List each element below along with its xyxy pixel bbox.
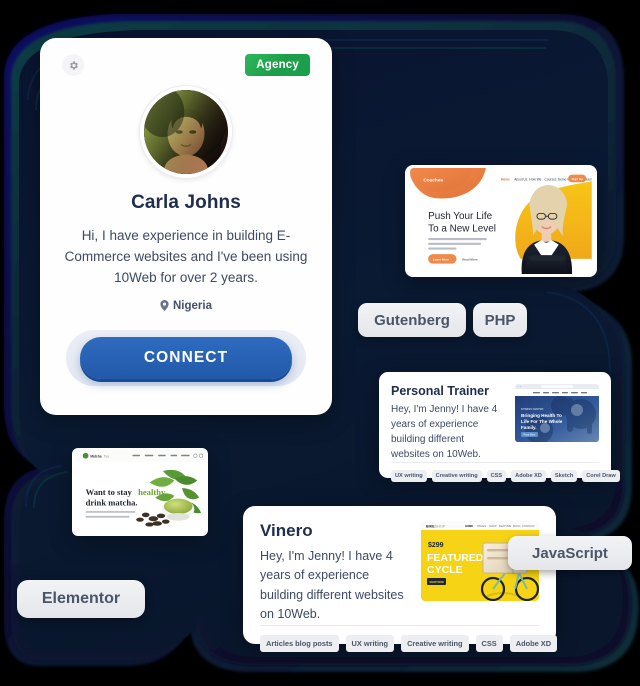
site-preview-coaching-image: Coaches Home About Us How We Courses Dem… bbox=[408, 168, 594, 274]
portfolio-tag[interactable]: Corel Draw bbox=[582, 470, 620, 482]
svg-text:SHOP: SHOP bbox=[435, 524, 446, 528]
profile-card-header: Agency bbox=[62, 54, 310, 80]
svg-text:PAGES: PAGES bbox=[477, 524, 486, 528]
site-preview-matcha[interactable]: Matcha Tea Want to stay healthy drink ma… bbox=[72, 448, 208, 536]
portfolio-tag[interactable]: Adobe XD bbox=[509, 634, 558, 652]
svg-text:Home: Home bbox=[501, 177, 510, 181]
svg-text:Family.: Family. bbox=[521, 425, 537, 430]
svg-text:How We: How We bbox=[529, 177, 541, 181]
svg-text:About Us: About Us bbox=[514, 177, 528, 181]
portfolio-tag[interactable]: UX writing bbox=[345, 634, 395, 652]
svg-text:FEATURED: FEATURED bbox=[427, 552, 484, 564]
svg-text:BLOG: BLOG bbox=[513, 524, 520, 528]
portfolio-card-description: Hey, I'm Jenny! I have 4 years of experi… bbox=[391, 404, 498, 460]
svg-text:SHOP: SHOP bbox=[489, 524, 497, 528]
portfolio-card-text: Vinero Hey, I'm Jenny! I have 4 years of… bbox=[260, 521, 411, 625]
portfolio-tag[interactable]: Articles blog posts bbox=[260, 634, 339, 652]
map-pin-icon bbox=[160, 300, 169, 312]
svg-text:Life For The Whole: Life For The Whole bbox=[521, 419, 563, 424]
screenshot-root: Agency Carla Johns Hi, I have experience… bbox=[0, 0, 640, 686]
svg-text:Bringing Health To: Bringing Health To bbox=[521, 413, 562, 418]
svg-text:Sign Up: Sign Up bbox=[572, 177, 584, 181]
portfolio-card-text: Personal Trainer Hey, I'm Jenny! I have … bbox=[391, 384, 505, 462]
portfolio-card-body: Personal Trainer Hey, I'm Jenny! I have … bbox=[391, 384, 599, 462]
gear-icon-glyph bbox=[69, 60, 78, 70]
svg-text:CONTACT: CONTACT bbox=[522, 524, 535, 528]
avatar bbox=[140, 86, 232, 178]
portfolio-card-thumbnail: FITNESS CENTER Bringing Health To Life F… bbox=[515, 384, 599, 442]
portfolio-card-body: Vinero Hey, I'm Jenny! I have 4 years of… bbox=[260, 521, 539, 625]
tag-pill-elementor[interactable]: Elementor bbox=[17, 580, 145, 618]
svg-text:Demo: Demo bbox=[558, 177, 567, 181]
avatar-illustration bbox=[144, 90, 228, 174]
portfolio-tag[interactable]: CSS bbox=[486, 470, 507, 482]
svg-text:Courses: Courses bbox=[545, 177, 557, 181]
coaching-site-illustration: Coaches Home About Us How We Courses Dem… bbox=[410, 168, 592, 274]
svg-text:To a New Level: To a New Level bbox=[428, 223, 496, 234]
svg-text:HOME: HOME bbox=[465, 524, 473, 528]
connect-button[interactable]: CONNECT bbox=[80, 336, 292, 379]
portfolio-card-vinero[interactable]: Vinero Hey, I'm Jenny! I have 4 years of… bbox=[243, 506, 558, 652]
profile-location-label: Nigeria bbox=[173, 299, 212, 312]
portfolio-card-title: Personal Trainer bbox=[391, 384, 489, 398]
portfolio-tag[interactable]: Adobe XD bbox=[511, 470, 546, 482]
profile-card: Agency Carla Johns Hi, I have experience… bbox=[40, 38, 332, 415]
svg-text:Learn More: Learn More bbox=[433, 257, 450, 261]
portfolio-card-personal-trainer[interactable]: Personal Trainer Hey, I'm Jenny! I have … bbox=[379, 372, 620, 482]
agency-badge[interactable]: Agency bbox=[245, 54, 310, 76]
svg-text:$299: $299 bbox=[428, 542, 444, 549]
svg-text:Matcha: Matcha bbox=[90, 454, 101, 458]
portfolio-card-title: Vinero bbox=[260, 521, 313, 540]
avatar-photo bbox=[144, 90, 228, 174]
fitness-site-illustration: FITNESS CENTER Bringing Health To Life F… bbox=[515, 384, 599, 442]
portfolio-tag[interactable]: Creative writing bbox=[401, 634, 469, 652]
svg-text:Push Your Life: Push Your Life bbox=[428, 211, 492, 222]
portfolio-tag[interactable]: UX writing bbox=[391, 470, 427, 482]
svg-text:CYCLE: CYCLE bbox=[427, 564, 463, 576]
svg-text:drink matcha.: drink matcha. bbox=[86, 497, 138, 507]
svg-text:Coaches: Coaches bbox=[423, 177, 443, 183]
svg-text:Read More: Read More bbox=[524, 434, 536, 437]
portfolio-card-tags: UX writing Creative writing CSS Adobe XD… bbox=[391, 463, 620, 482]
gear-icon[interactable] bbox=[62, 54, 84, 76]
site-preview-matcha-image: Matcha Tea Want to stay healthy drink ma… bbox=[74, 450, 206, 534]
portfolio-tag[interactable]: Sketch bbox=[550, 470, 578, 482]
profile-location: Nigeria bbox=[160, 300, 212, 312]
tag-pill-gutenberg[interactable]: Gutenberg bbox=[358, 303, 466, 337]
connect-button-halo: CONNECT bbox=[66, 329, 306, 386]
svg-text:SHOP NOW: SHOP NOW bbox=[430, 580, 445, 584]
portfolio-card-tags: Articles blog posts UX writing Creative … bbox=[260, 626, 558, 652]
portfolio-tag[interactable]: Creative writing bbox=[431, 470, 482, 482]
svg-text:Tea: Tea bbox=[104, 454, 109, 458]
portfolio-card-description: Hey, I'm Jenny! I have 4 years of experi… bbox=[260, 549, 404, 622]
svg-text:Want to stay: Want to stay bbox=[86, 487, 133, 497]
svg-text:BIKE: BIKE bbox=[426, 524, 435, 528]
portfolio-tag[interactable]: CSS bbox=[475, 634, 503, 652]
site-preview-coaching[interactable]: Coaches Home About Us How We Courses Dem… bbox=[405, 165, 597, 277]
svg-text:Read More: Read More bbox=[462, 257, 478, 261]
profile-bio: Hi, I have experience in building E-Comm… bbox=[64, 228, 308, 285]
svg-text:FEATURE: FEATURE bbox=[499, 524, 512, 528]
svg-text:FITNESS CENTER: FITNESS CENTER bbox=[521, 407, 543, 411]
profile-name: Carla Johns bbox=[131, 192, 241, 213]
tag-pill-php[interactable]: PHP bbox=[473, 303, 527, 337]
matcha-site-illustration: Matcha Tea Want to stay healthy drink ma… bbox=[75, 450, 205, 534]
tag-pill-javascript[interactable]: JavaScript bbox=[508, 536, 632, 570]
